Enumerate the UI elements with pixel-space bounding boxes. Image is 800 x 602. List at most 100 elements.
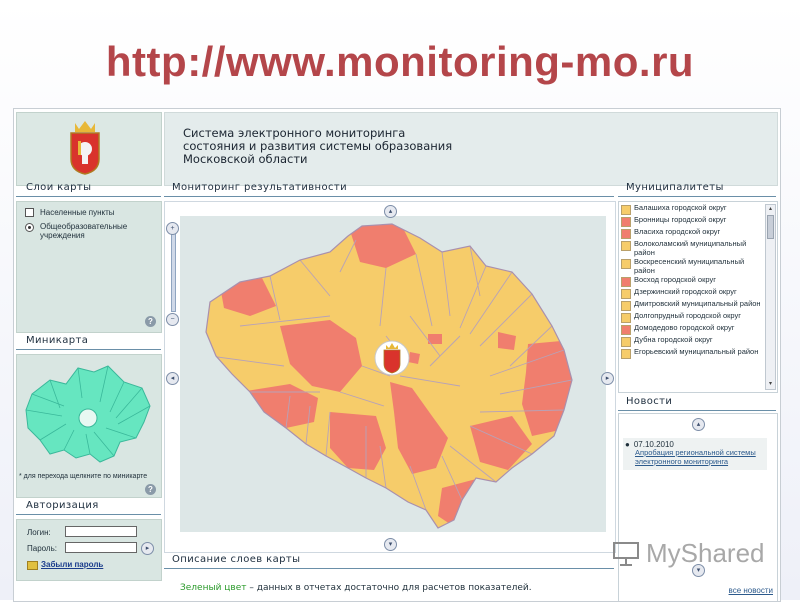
layers-panel: Населенные пункты Общеобразовательные уч…	[16, 201, 162, 333]
status-swatch	[621, 205, 631, 215]
scrollbar[interactable]: ▴ ▾	[765, 204, 776, 390]
monitoring-heading: Мониторинг результативности	[172, 182, 348, 193]
app-window: Система электронного мониторинга состоян…	[13, 108, 781, 602]
status-swatch	[621, 229, 631, 239]
divider	[16, 196, 161, 197]
status-swatch	[621, 241, 631, 251]
municipality-item[interactable]: Волоколамский муниципальный район	[621, 239, 761, 257]
minimap-panel: * для перехода щелкните по миникарте ?	[16, 354, 162, 498]
presentation-board-icon	[613, 541, 639, 566]
watermark-text: MyShared	[646, 538, 765, 568]
municipality-item[interactable]: Егорьевский муниципальный район	[621, 347, 761, 359]
region-map[interactable]	[180, 216, 606, 532]
auth-heading: Авторизация	[26, 500, 99, 511]
slide-title: http://www.monitoring-mo.ru	[105, 38, 695, 85]
map-viewport[interactable]: + − ▴ ◂ ▸ ▾	[164, 201, 616, 553]
system-title: Система электронного мониторинга состоян…	[183, 127, 452, 166]
email-icon	[27, 561, 38, 570]
legend-green-description: – данных в отчетах достаточно для расчет…	[246, 583, 532, 593]
divider	[164, 568, 614, 569]
login-label: Логин:	[27, 528, 51, 537]
municipality-name: Балашиха городской округ	[634, 203, 727, 212]
legend-green-term: Зеленый цвет	[180, 583, 247, 593]
news-heading: Новости	[626, 396, 673, 407]
municipality-item[interactable]: Власиха городской округ	[621, 227, 761, 239]
status-swatch	[621, 325, 631, 335]
municipality-item[interactable]: Восход городской округ	[621, 275, 761, 287]
status-swatch	[621, 277, 631, 287]
municipality-name: Волоколамский муниципальный район	[634, 239, 747, 257]
zoom-in-button[interactable]: +	[166, 222, 179, 235]
all-news-link[interactable]: все новости	[729, 586, 773, 595]
layer-item-schools[interactable]: Общеобразовательные учреждения	[25, 222, 150, 240]
scroll-down-icon[interactable]: ▾	[766, 380, 775, 389]
layers-heading: Слои карты	[26, 182, 92, 193]
minimap[interactable]	[20, 358, 156, 470]
password-label: Пароль:	[27, 544, 57, 553]
status-swatch	[621, 313, 631, 323]
moscow-emblem-icon	[383, 349, 401, 374]
radio-icon[interactable]	[25, 223, 34, 232]
minimap-heading: Миникарта	[26, 335, 89, 346]
municipalities-panel: Балашиха городской округ Бронницы городск…	[618, 201, 778, 393]
news-link[interactable]: Апробация региональной системы электронн…	[635, 448, 765, 466]
minimap-note: * для перехода щелкните по миникарте	[19, 473, 148, 480]
help-icon[interactable]: ?	[145, 316, 156, 327]
municipality-name: Воскресенский муниципальный район	[634, 257, 745, 275]
zoom-out-button[interactable]: −	[166, 313, 179, 326]
watermark: MyShared	[612, 538, 765, 569]
municipality-item[interactable]: Воскресенский муниципальный район	[621, 257, 761, 275]
status-swatch	[621, 289, 631, 299]
pan-left-button[interactable]: ◂	[166, 372, 179, 385]
divider	[164, 196, 614, 197]
zoom-slider[interactable]	[171, 230, 176, 312]
divider	[618, 410, 776, 411]
scrollbar-thumb[interactable]	[767, 215, 774, 239]
municipality-name: Домодедово городской округ	[634, 323, 735, 332]
status-swatch	[621, 337, 631, 347]
login-input[interactable]	[65, 526, 137, 537]
legend-heading: Описание слоев карты	[172, 554, 301, 565]
news-item[interactable]: ● 07.10.2010 Апробация региональной сист…	[623, 438, 767, 470]
municipality-name: Дмитровский муниципальный район	[634, 299, 761, 308]
municipality-name: Бронницы городской округ	[634, 215, 727, 224]
municipality-item[interactable]: Бронницы городской округ	[621, 215, 761, 227]
layer-label: Общеобразовательные учреждения	[40, 222, 128, 240]
auth-panel: Логин: Пароль: ▸ Забыли пароль	[16, 519, 162, 581]
news-scroll-up-button[interactable]: ▴	[692, 418, 705, 431]
coat-of-arms-icon	[70, 121, 100, 175]
municipality-item[interactable]: Долгопрудный городской округ	[621, 311, 761, 323]
municipalities-list: Балашиха городской округ Бронницы городск…	[621, 203, 761, 360]
municipalities-heading: Муниципалитеты	[626, 182, 724, 193]
header-banner: Система электронного мониторинга состоян…	[164, 112, 778, 186]
password-input[interactable]	[65, 542, 137, 553]
bullet-icon: ●	[625, 440, 630, 449]
divider	[16, 349, 161, 350]
scroll-up-icon[interactable]: ▴	[766, 205, 775, 214]
layer-label: Населенные пункты	[40, 208, 115, 217]
municipality-item[interactable]: Балашиха городской округ	[621, 203, 761, 215]
municipality-name: Егорьевский муниципальный район	[634, 347, 759, 356]
status-swatch	[621, 259, 631, 269]
status-swatch	[621, 217, 631, 227]
news-panel: ▴ ● 07.10.2010 Апробация региональной си…	[618, 413, 778, 601]
logo-panel	[16, 112, 162, 186]
municipality-name: Власиха городской округ	[634, 227, 721, 236]
layer-item-settlements[interactable]: Населенные пункты	[25, 208, 115, 217]
municipality-item[interactable]: Домодедово городской округ	[621, 323, 761, 335]
municipality-item[interactable]: Дмитровский муниципальный район	[621, 299, 761, 311]
municipality-name: Восход городской округ	[634, 275, 716, 284]
status-swatch	[621, 349, 631, 359]
divider	[618, 196, 776, 197]
forgot-password-link[interactable]: Забыли пароль	[41, 560, 103, 569]
municipality-name: Дзержинский городской округ	[634, 287, 737, 296]
help-icon[interactable]: ?	[145, 484, 156, 495]
municipality-item[interactable]: Дубна городской округ	[621, 335, 761, 347]
system-title-line: Московской области	[183, 152, 308, 166]
divider	[16, 514, 161, 515]
municipality-item[interactable]: Дзержинский городской округ	[621, 287, 761, 299]
pan-down-button[interactable]: ▾	[384, 538, 397, 551]
checkbox-icon[interactable]	[25, 208, 34, 217]
municipality-name: Долгопрудный городской округ	[634, 311, 741, 320]
login-submit-button[interactable]: ▸	[141, 542, 154, 555]
